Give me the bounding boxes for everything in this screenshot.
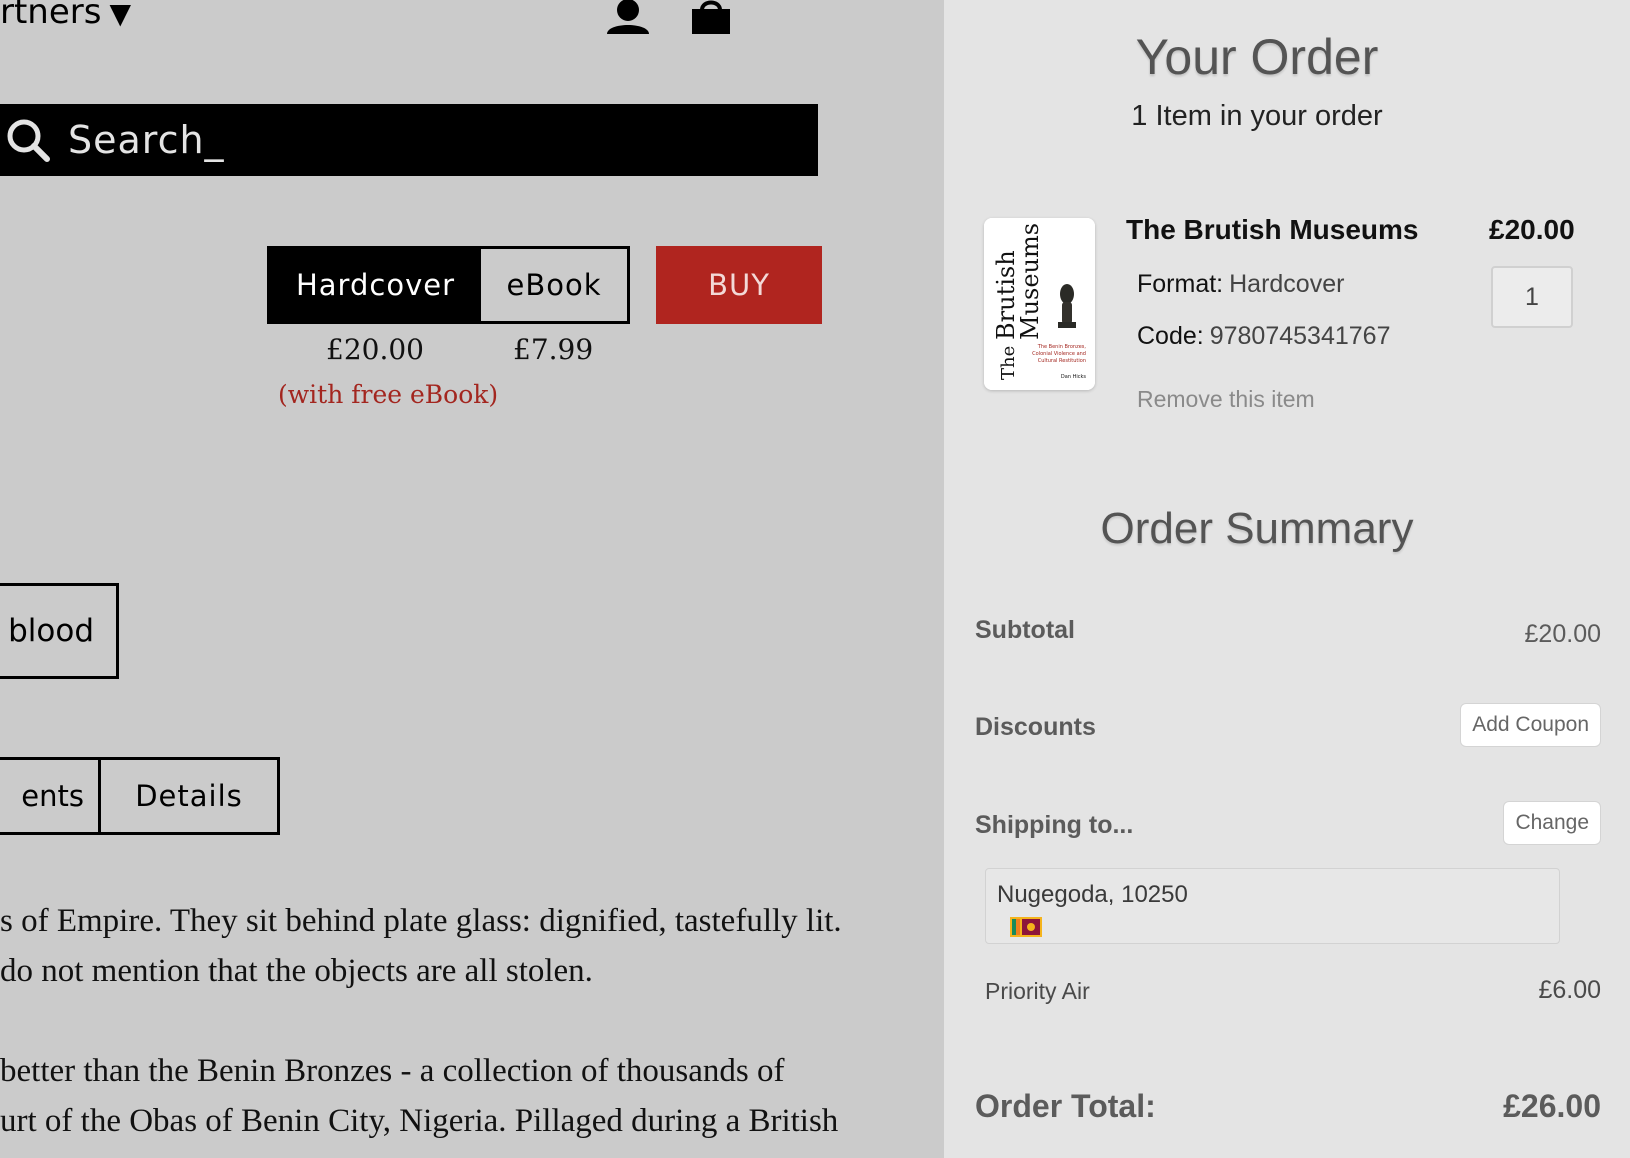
order-item-count: 1 Item in your order bbox=[1131, 100, 1383, 132]
ebook-price: £7.99 bbox=[513, 333, 594, 366]
tag-blood[interactable]: blood bbox=[0, 583, 119, 679]
shipping-method: Priority Air bbox=[985, 978, 1090, 1004]
shipping-address: Nugegoda, 10250 bbox=[997, 881, 1188, 908]
item-format-value: Hardcover bbox=[1229, 270, 1345, 298]
hardcover-price: £20.00 bbox=[326, 333, 424, 366]
description-paragraph: better than the Benin Bronzes - a collec… bbox=[0, 1046, 920, 1146]
format-toggle: Hardcover eBook bbox=[267, 246, 630, 324]
order-total-label: Order Total: bbox=[975, 1088, 1156, 1124]
buy-button[interactable]: BUY bbox=[656, 246, 822, 324]
svg-text:Colonial Violence and: Colonial Violence and bbox=[1032, 351, 1086, 357]
item-price: £20.00 bbox=[1489, 214, 1575, 245]
change-shipping-button[interactable]: Change bbox=[1503, 801, 1601, 845]
sri-lanka-flag-icon bbox=[1010, 917, 1042, 937]
svg-text:The Benin Bronzes,: The Benin Bronzes, bbox=[1037, 344, 1087, 350]
basket-icon[interactable] bbox=[688, 0, 734, 34]
description-line: s of Empire. They sit behind plate glass… bbox=[0, 903, 842, 939]
item-code: Code: 9780745341767 bbox=[1137, 322, 1390, 351]
add-coupon-button[interactable]: Add Coupon bbox=[1460, 703, 1601, 747]
svg-text:The: The bbox=[998, 346, 1019, 380]
quantity-input[interactable] bbox=[1491, 266, 1573, 328]
item-code-label: Code: bbox=[1137, 322, 1204, 350]
tab-details[interactable]: Details bbox=[98, 757, 280, 835]
remove-item-link[interactable]: Remove this item bbox=[1137, 386, 1315, 413]
search-icon[interactable] bbox=[6, 118, 50, 162]
description-line: better than the Benin Bronzes - a collec… bbox=[0, 1053, 785, 1089]
book-cover-image: The Brutish Museums The Benin Bronzes, C… bbox=[984, 218, 1095, 390]
subtotal-value: £20.00 bbox=[1524, 620, 1601, 648]
order-total-value: £26.00 bbox=[1503, 1088, 1601, 1124]
chevron-down-icon: ▼ bbox=[109, 0, 132, 30]
svg-text:Cultural Restitution: Cultural Restitution bbox=[1038, 358, 1086, 364]
account-icon[interactable] bbox=[605, 0, 651, 34]
description-paragraph: s of Empire. They sit behind plate glass… bbox=[0, 896, 920, 996]
shipping-address-box: Nugegoda, 10250 bbox=[985, 868, 1560, 944]
search-input[interactable] bbox=[66, 117, 770, 163]
item-code-value: 9780745341767 bbox=[1209, 322, 1391, 350]
order-title: Your Order bbox=[1135, 29, 1379, 85]
svg-text:Dan Hicks: Dan Hicks bbox=[1061, 374, 1086, 380]
nav-partners-menu[interactable]: rtners ▼ bbox=[0, 0, 131, 32]
item-format: Format: Hardcover bbox=[1137, 270, 1344, 299]
item-format-label: Format: bbox=[1137, 270, 1224, 298]
discounts-label: Discounts bbox=[975, 713, 1096, 741]
description-line: urt of the Obas of Benin City, Nigeria. … bbox=[0, 1103, 839, 1139]
tab-contents[interactable]: ents bbox=[0, 757, 101, 835]
shipping-label: Shipping to... bbox=[975, 811, 1134, 839]
subtotal-label: Subtotal bbox=[975, 616, 1075, 644]
search-bar bbox=[0, 104, 818, 176]
format-ebook-button[interactable]: eBook bbox=[481, 249, 627, 321]
hardcover-free-ebook-note: (with free eBook) bbox=[278, 380, 499, 409]
shipping-price: £6.00 bbox=[1538, 976, 1601, 1004]
svg-text:Museums: Museums bbox=[1016, 223, 1044, 340]
nav-partners-label: rtners bbox=[0, 0, 102, 32]
order-summary-title: Order Summary bbox=[1100, 504, 1414, 553]
order-drawer: Your Order 1 Item in your order The Brut… bbox=[944, 0, 1630, 1158]
description-line: do not mention that the objects are all … bbox=[0, 953, 593, 989]
format-hardcover-button[interactable]: Hardcover bbox=[270, 249, 481, 321]
item-title: The Brutish Museums bbox=[1126, 214, 1419, 245]
